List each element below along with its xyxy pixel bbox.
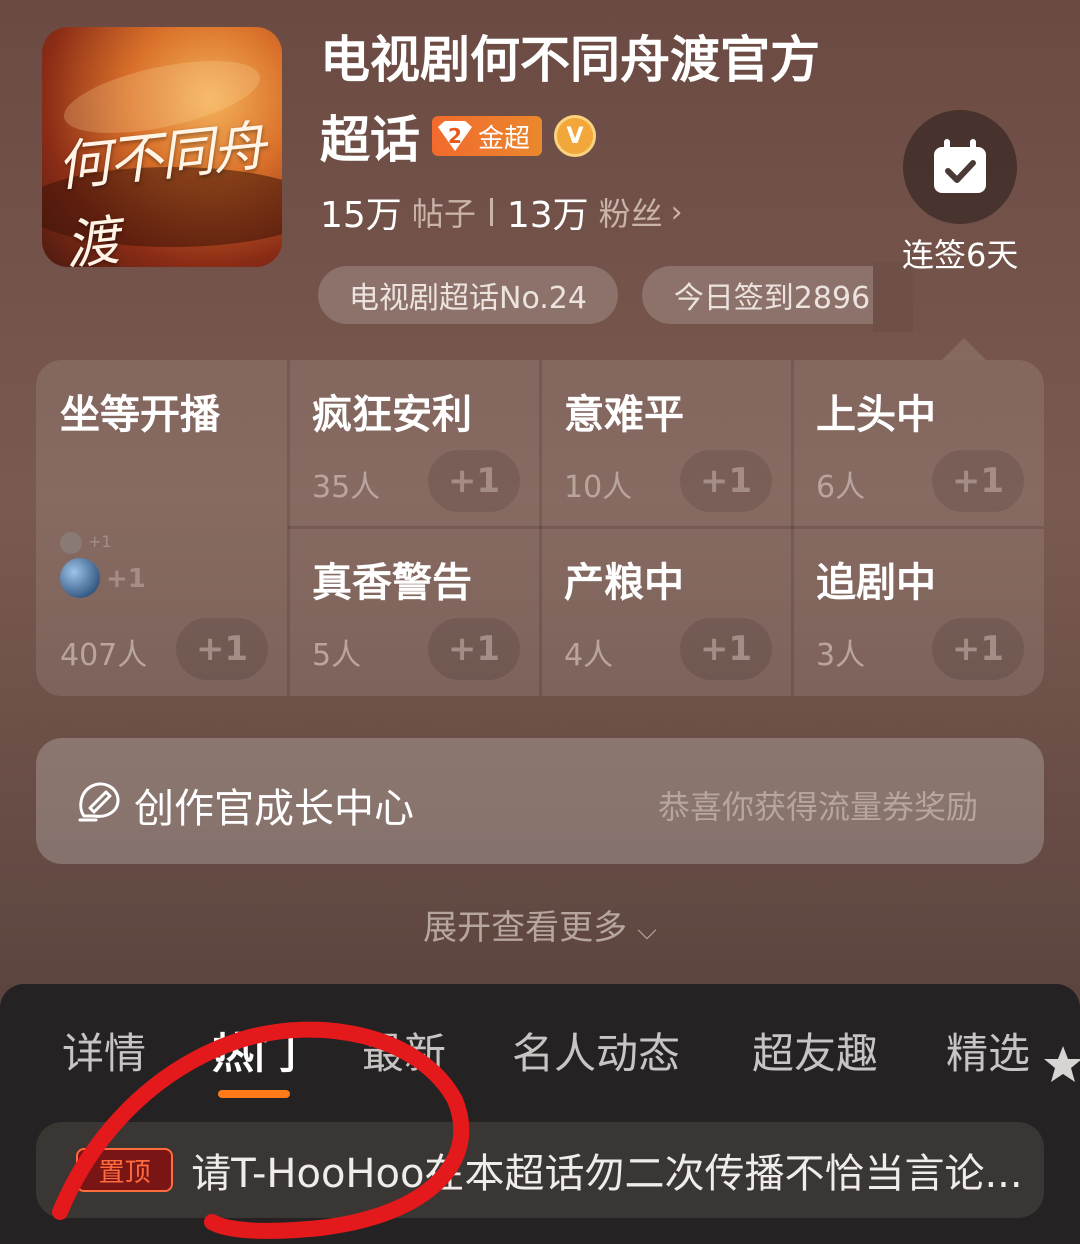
checkin-count-chip[interactable]: 今日签到2896 — [642, 266, 902, 324]
mood-cell[interactable]: 追剧中 3人 +1 — [792, 528, 1044, 696]
tab-bar: 详情 热门 最新 名人动态 超友趣 精选 — [0, 1002, 1080, 1092]
mood-cell[interactable]: 产粮中 4人 +1 — [540, 528, 792, 696]
mood-cell[interactable]: 疯狂安利 35人 +1 — [288, 360, 540, 526]
growth-center-hint: 恭喜你获得流量券奖励 — [657, 788, 978, 826]
topic-stats[interactable]: 15万 帖子 13万 粉丝 › — [320, 186, 683, 238]
mood-plus-one-button[interactable]: +1 — [932, 618, 1024, 680]
rank-chip[interactable]: 电视剧超话No.24 — [318, 266, 618, 324]
tab-latest[interactable]: 最新 — [362, 1020, 446, 1081]
tab-featured[interactable]: 精选 — [946, 1020, 1030, 1081]
posts-label: 帖子 — [411, 195, 476, 233]
avatar-plus: +1 — [106, 564, 146, 594]
avatar — [60, 532, 82, 554]
cover-title-text: 何不同舟渡 — [53, 114, 268, 267]
pen-chat-icon — [78, 782, 120, 822]
mood-name: 上头中 — [816, 392, 936, 438]
mood-count: 4人 — [564, 638, 614, 673]
calendar-check-icon — [934, 139, 986, 193]
topic-cover-image[interactable]: 何不同舟渡 — [42, 27, 282, 267]
mood-plus-one-button[interactable]: +1 — [680, 618, 772, 680]
mood-count: 10人 — [564, 470, 633, 505]
diamond-level-icon: 2 — [438, 121, 472, 151]
mood-cell-waiting[interactable]: 坐等开播 +1 +1 407人 +1 — [36, 360, 288, 696]
topic-title-suffix: 超话 — [320, 111, 420, 169]
tab-celebrity-updates[interactable]: 名人动态 — [512, 1020, 680, 1081]
fans-count: 13万 — [506, 195, 589, 236]
mood-cell[interactable]: 上头中 6人 +1 — [792, 360, 1044, 526]
content-panel: 详情 热门 最新 名人动态 超友趣 精选 置顶 请T-HooHoo在本超话勿二次… — [0, 984, 1080, 1244]
popover-pointer — [942, 338, 986, 360]
mood-cell[interactable]: 意难平 10人 +1 — [540, 360, 792, 526]
tab-details[interactable]: 详情 — [62, 1020, 146, 1081]
mood-cell[interactable]: 真香警告 5人 +1 — [288, 528, 540, 696]
expand-more-label: 展开查看更多 — [423, 908, 628, 948]
star-icon — [1044, 1046, 1080, 1082]
mood-grid: 坐等开播 +1 +1 407人 +1 疯狂安利 35人 +1 意难平 10人 +… — [36, 360, 1044, 696]
fans-label: 粉丝 — [598, 195, 663, 233]
mood-name: 真香警告 — [312, 560, 472, 606]
mood-count: 407人 — [60, 638, 148, 673]
mood-name: 追剧中 — [816, 560, 936, 606]
creator-growth-center-banner[interactable]: 创作官成长中心 恭喜你获得流量券奖励 — [36, 738, 1044, 864]
chevron-down-icon: ⌵ — [637, 916, 657, 946]
pinned-post[interactable]: 置顶 请T-HooHoo在本超话勿二次传播不恰当言论... — [36, 1122, 1044, 1218]
avatar-plus-small: +1 — [88, 532, 112, 551]
mood-count: 6人 — [816, 470, 866, 505]
gold-super-badge[interactable]: 2 金超 — [432, 116, 543, 156]
topic-title: 电视剧何不同舟渡官方 — [320, 31, 820, 89]
checkin-button[interactable] — [903, 110, 1017, 224]
mood-count: 35人 — [312, 470, 381, 505]
mood-plus-one-button[interactable]: +1 — [176, 618, 268, 680]
mood-name: 产粮中 — [564, 560, 684, 606]
tab-fan-fun[interactable]: 超友趣 — [752, 1020, 878, 1081]
tab-hot[interactable]: 热门 — [212, 1020, 296, 1081]
mood-name: 意难平 — [564, 392, 684, 438]
pinned-post-title: 请T-HooHoo在本超话勿二次传播不恰当言论... — [191, 1151, 1023, 1197]
gold-super-label: 金超 — [478, 123, 531, 154]
mood-count: 3人 — [816, 638, 866, 673]
checkin-streak-label: 连签6天 — [902, 236, 1019, 274]
mood-plus-one-button[interactable]: +1 — [428, 450, 520, 512]
stats-divider — [489, 198, 493, 226]
posts-count: 15万 — [320, 195, 402, 236]
active-tab-indicator — [218, 1090, 290, 1098]
avatar — [60, 558, 100, 598]
verified-v-icon[interactable]: V — [554, 115, 597, 157]
topic-title-line2: 超话 2 金超 V — [320, 100, 597, 172]
pinned-tag: 置顶 — [76, 1148, 174, 1192]
mood-count: 5人 — [312, 638, 362, 673]
growth-center-label: 创作官成长中心 — [134, 786, 414, 832]
mood-plus-one-button[interactable]: +1 — [680, 450, 772, 512]
expand-more-link[interactable]: 展开查看更多 ⌵ — [0, 900, 1080, 949]
mood-plus-one-button[interactable]: +1 — [428, 618, 520, 680]
mood-plus-one-button[interactable]: +1 — [932, 450, 1024, 512]
mood-name: 疯狂安利 — [312, 392, 472, 438]
mood-name: 坐等开播 — [60, 392, 220, 438]
chevron-right-icon: › — [670, 194, 683, 230]
